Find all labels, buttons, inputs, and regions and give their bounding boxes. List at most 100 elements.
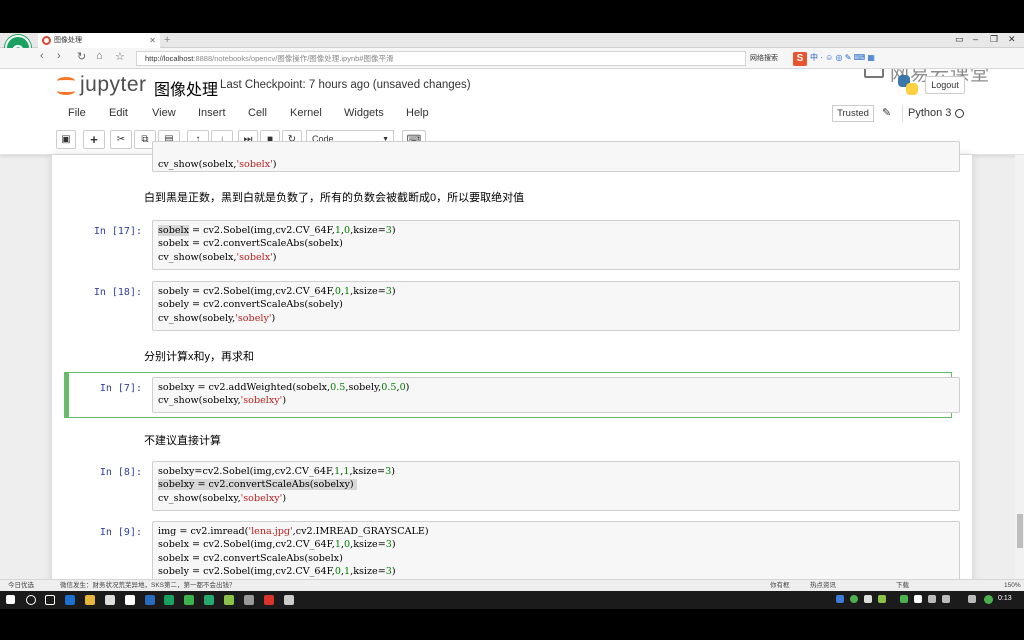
- cell-prompt: In [9]:: [99, 527, 142, 538]
- tray-icon-6[interactable]: [928, 595, 936, 603]
- cell-prompt: In [8]:: [99, 467, 142, 478]
- home-icon[interactable]: ⌂: [96, 50, 103, 62]
- browser-tab[interactable]: 图像处理 ✕: [38, 33, 160, 48]
- wechat-icon[interactable]: [878, 595, 886, 603]
- volume-icon[interactable]: [968, 595, 976, 603]
- new-tab-icon[interactable]: +: [164, 33, 170, 48]
- code-input[interactable]: img = cv2.imread('lena.jpg',cv2.IMREAD_G…: [152, 521, 960, 579]
- app-icon-3[interactable]: [204, 595, 214, 605]
- app-icon-5[interactable]: [244, 595, 254, 605]
- menu-cell[interactable]: Cell: [248, 107, 267, 119]
- back-icon[interactable]: ‹: [40, 50, 44, 62]
- code-input[interactable]: sobely = cv2.Sobel(img,cv2.CV_64F,0,1,ks…: [152, 281, 960, 331]
- store-icon[interactable]: [105, 595, 115, 605]
- tab-close-icon[interactable]: ✕: [149, 33, 156, 48]
- menu-kernel[interactable]: Kernel: [290, 107, 322, 119]
- url-path: :8888/notebooks/opencv/图像操作/图像处理.ipynb#图…: [193, 54, 394, 63]
- search-icon[interactable]: [26, 595, 36, 605]
- menu-file[interactable]: File: [68, 107, 86, 119]
- minimize-icon[interactable]: –: [973, 34, 978, 44]
- file-explorer-icon[interactable]: [85, 595, 95, 605]
- status-today[interactable]: 今日优选: [8, 580, 34, 591]
- ime-toolbar-icons[interactable]: 中 · ☺ ◎ ✎ ⌨ ▦: [810, 52, 875, 63]
- reload-icon[interactable]: ↻: [77, 50, 86, 63]
- url-host: http://localhost: [145, 54, 194, 63]
- code-input[interactable]: sobelx = cv2.Sobel(img,cv2.CV_64F,1,0,ks…: [152, 220, 960, 270]
- code-input[interactable]: sobelxy = cv2.addWeighted(sobelx,0.5,sob…: [152, 377, 960, 413]
- app-icon-4[interactable]: [224, 595, 234, 605]
- menu-help[interactable]: Help: [406, 107, 429, 119]
- taskbar: 0:13: [0, 591, 1024, 609]
- screen: e 图像处理 ✕ + ▭ – ❐ ✕ ‹ › ↻ ⌂ ☆ http://loca…: [0, 0, 1024, 640]
- jupyter-logo-icon[interactable]: [55, 75, 77, 97]
- cell-prompt: In [17]:: [93, 226, 142, 237]
- browser-taskbar-icon[interactable]: [164, 595, 174, 605]
- kernel-name: Python 3: [908, 107, 952, 119]
- code-cell-18[interactable]: In [18]: sobely = cv2.Sobel(img,cv2.CV_6…: [64, 281, 960, 331]
- status-item-b[interactable]: 热点资讯: [810, 580, 836, 591]
- edge-icon[interactable]: [65, 595, 75, 605]
- app-icon-6[interactable]: [264, 595, 274, 605]
- status-news[interactable]: 微信发生：财务状况荒芜异地，SKS第二，第一都不会出钱？: [60, 580, 236, 591]
- url-field[interactable]: http://localhost:8888/notebooks/opencv/图…: [136, 51, 746, 66]
- task-view-icon[interactable]: [45, 595, 55, 605]
- tray-icon-2[interactable]: [850, 595, 858, 603]
- code-cell-partial[interactable]: cv_show(sobelx,'sobelx'): [64, 141, 960, 173]
- close-window-icon[interactable]: ✕: [1008, 34, 1016, 45]
- markdown-cell-1[interactable]: 白到黑是正数，黑到白就是负数了，所有的负数会被截断成0，所以要取绝对值: [144, 189, 524, 205]
- restore-icon[interactable]: ❐: [990, 34, 998, 45]
- kernel-status-icon: [955, 109, 964, 118]
- start-icon[interactable]: [6, 595, 15, 604]
- notebook-title[interactable]: 图像处理: [154, 76, 218, 100]
- code-cell-9[interactable]: In [9]: img = cv2.imread('lena.jpg',cv2.…: [64, 521, 960, 579]
- checkpoint-status: Last Checkpoint: 7 hours ago (unsaved ch…: [220, 79, 471, 91]
- status-item-a[interactable]: 你有框: [770, 580, 790, 591]
- tray-icon-1[interactable]: [836, 595, 844, 603]
- markdown-cell-3[interactable]: 不建议直接计算: [144, 432, 221, 448]
- watermark-logo-icon: [864, 69, 884, 78]
- python-logo-icon: [898, 75, 918, 95]
- menu-widgets[interactable]: Widgets: [344, 107, 384, 119]
- bottom-black-bar: [0, 609, 1024, 640]
- code-input[interactable]: cv_show(sobelx,'sobelx'): [152, 141, 960, 172]
- menu-edit[interactable]: Edit: [109, 107, 128, 119]
- sogou-ime-icon[interactable]: S: [793, 52, 807, 66]
- scrollbar-thumb[interactable]: [1017, 514, 1023, 548]
- app-icon-2[interactable]: [184, 595, 194, 605]
- status-zoom[interactable]: 150%: [1004, 580, 1021, 591]
- app-icon-1[interactable]: [145, 595, 155, 605]
- menu-view[interactable]: View: [152, 107, 176, 119]
- cell-prompt: In [7]:: [99, 383, 142, 394]
- app-icon-7[interactable]: [284, 595, 294, 605]
- forward-icon[interactable]: ›: [57, 50, 61, 62]
- cell-prompt: In [18]:: [93, 287, 142, 298]
- code-cell-8[interactable]: In [8]: sobelxy=cv2.Sobel(img,cv2.CV_64F…: [64, 461, 960, 511]
- taskbar-clock[interactable]: 0:13: [998, 595, 1012, 602]
- bookmark-star-icon[interactable]: ☆: [115, 50, 125, 63]
- markdown-cell-2[interactable]: 分别计算x和y，再求和: [144, 348, 254, 364]
- menu-insert[interactable]: Insert: [198, 107, 226, 119]
- code-cell-17[interactable]: In [17]: sobelx = cv2.Sobel(img,cv2.CV_6…: [64, 220, 960, 270]
- top-black-bar: [0, 0, 1024, 33]
- tray-icon-4[interactable]: [900, 595, 908, 603]
- trusted-badge[interactable]: Trusted: [832, 105, 874, 122]
- status-download[interactable]: 下载: [896, 580, 909, 591]
- kernel-indicator: Python 3: [902, 105, 968, 122]
- pin-icon[interactable]: ▭: [955, 34, 964, 45]
- tab-title: 图像处理: [54, 37, 82, 44]
- edit-pencil-icon[interactable]: ✎: [882, 106, 891, 119]
- tray-icon-3[interactable]: [864, 595, 872, 603]
- tray-icon-5[interactable]: [914, 595, 922, 603]
- jupyter-logo-text[interactable]: jupyter: [80, 73, 147, 97]
- ime-icon[interactable]: [984, 595, 993, 604]
- tab-favicon-icon: [42, 36, 51, 45]
- notebook-container: cv_show(sobelx,'sobelx') 白到黑是正数，黑到白就是负数了…: [52, 141, 972, 579]
- code-cell-7[interactable]: In [7]: sobelxy = cv2.addWeighted(sobelx…: [64, 376, 960, 414]
- logout-button[interactable]: Logout: [925, 76, 965, 94]
- mail-icon[interactable]: [125, 595, 135, 605]
- search-hint[interactable]: 网络搜索: [750, 51, 778, 66]
- browser-status-bar: 今日优选 微信发生：财务状况荒芜异地，SKS第二，第一都不会出钱？ 你有框 热点…: [0, 579, 1024, 591]
- network-icon[interactable]: [942, 595, 950, 603]
- code-input[interactable]: sobelxy=cv2.Sobel(img,cv2.CV_64F,1,1,ksi…: [152, 461, 960, 511]
- jupyter-page: jupyter 图像处理 Last Checkpoint: 7 hours ag…: [0, 69, 1024, 579]
